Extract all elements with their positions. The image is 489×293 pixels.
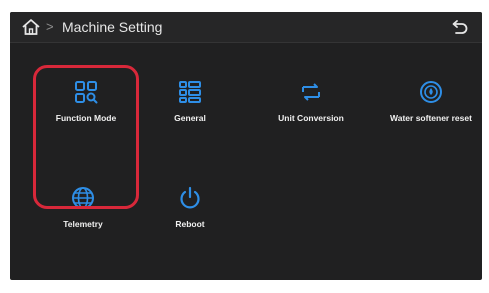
home-icon[interactable]: [21, 18, 41, 36]
water-softener-icon: [420, 81, 442, 103]
machine-setting-screen: > Machine Setting Function Mode General: [10, 12, 482, 280]
back-icon[interactable]: [451, 18, 469, 36]
reboot-label: Reboot: [175, 219, 205, 229]
water-softener-reset-button[interactable]: Water softener reset: [371, 80, 482, 123]
general-label: General: [174, 113, 206, 123]
breadcrumb-separator: >: [46, 19, 54, 34]
reboot-button[interactable]: Reboot: [130, 186, 250, 229]
telemetry-label: Telemetry: [63, 219, 103, 229]
page-title: Machine Setting: [62, 19, 163, 35]
power-icon: [180, 186, 200, 209]
swap-arrows-icon: [302, 83, 320, 101]
general-button[interactable]: General: [130, 80, 250, 123]
water-softener-reset-label: Water softener reset: [390, 113, 472, 123]
unit-conversion-button[interactable]: Unit Conversion: [251, 80, 371, 123]
unit-conversion-label: Unit Conversion: [278, 113, 344, 123]
list-icon: [179, 81, 201, 103]
highlight-annotation: [33, 65, 139, 209]
top-bar: > Machine Setting: [10, 12, 482, 43]
